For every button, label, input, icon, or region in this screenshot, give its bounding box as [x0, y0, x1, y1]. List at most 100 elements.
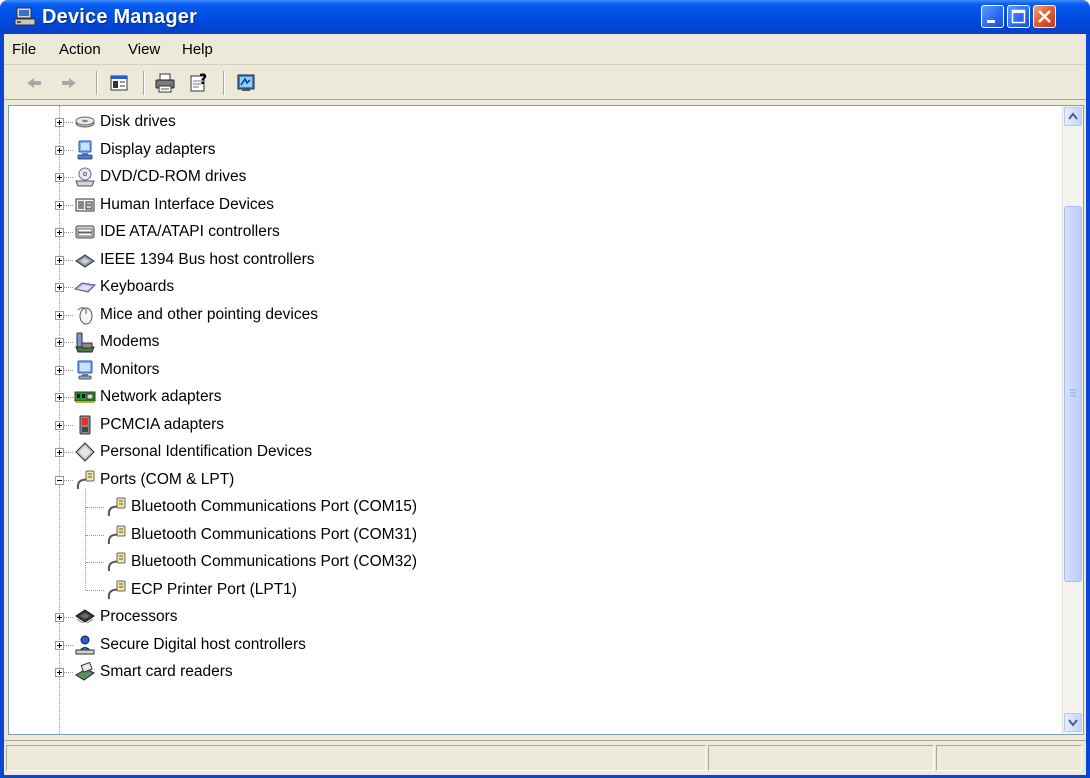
- tree-item-identification-device[interactable]: Personal Identification Devices: [9, 439, 1049, 466]
- chevron-down-icon: [1068, 719, 1078, 727]
- tree-item-processor[interactable]: Processors: [9, 604, 1049, 631]
- tree-connector: [86, 589, 104, 591]
- maximize-button[interactable]: [1007, 5, 1030, 28]
- expand-toggle[interactable]: [55, 365, 64, 375]
- close-button[interactable]: [1033, 5, 1056, 28]
- tree-item-label: Personal Identification Devices: [100, 443, 312, 460]
- expand-toggle[interactable]: [55, 118, 64, 127]
- tree-item-label: DVD/CD-ROM drives: [100, 168, 247, 185]
- hid-icon: [75, 198, 95, 211]
- forward-arrow-icon[interactable]: [58, 72, 80, 94]
- properties-help-icon[interactable]: ?: [188, 72, 210, 94]
- tree-item-label: Mice and other pointing devices: [100, 305, 318, 323]
- network-adapter-icon: [74, 391, 96, 403]
- port-icon: [107, 580, 126, 599]
- device-tree-panel: Disk drives Display adapters DVD/CD-ROM dr…: [8, 105, 1084, 735]
- expand-toggle[interactable]: [55, 668, 64, 677]
- tree-item-monitor[interactable]: Monitors: [9, 357, 1049, 384]
- tree-item-keyboard[interactable]: Keyboards: [9, 274, 1049, 301]
- expand-toggle[interactable]: [55, 283, 64, 292]
- menu-bar: File Action View Help: [4, 34, 1086, 65]
- vertical-scrollbar[interactable]: [1062, 106, 1083, 734]
- processor-icon: [75, 609, 95, 624]
- scroll-up-button[interactable]: [1064, 107, 1082, 126]
- scroll-thumb[interactable]: [1064, 206, 1082, 582]
- chevron-up-icon: [1068, 112, 1078, 120]
- tree-item-port[interactable]: ECP Printer Port (LPT1): [9, 577, 1049, 604]
- expand-toggle[interactable]: [55, 145, 64, 155]
- tree-item-ieee1394[interactable]: IEEE 1394 Bus host controllers: [9, 247, 1049, 274]
- smart-card-reader-icon: [75, 661, 95, 681]
- port-icon: [76, 470, 95, 489]
- port-icon: [107, 497, 126, 517]
- device-tree[interactable]: Disk drives Display adapters DVD/CD-ROM dr…: [9, 106, 1063, 734]
- tree-item-port[interactable]: Bluetooth Communications Port (COM31): [9, 522, 1049, 549]
- mouse-icon: [77, 306, 93, 324]
- expand-toggle[interactable]: [55, 420, 64, 430]
- expand-toggle[interactable]: [55, 338, 64, 347]
- tree-item-label: Modems: [100, 333, 160, 350]
- tree-item-pcmcia[interactable]: PCMCIA adapters: [9, 412, 1049, 439]
- tree-item-port[interactable]: Bluetooth Communications Port (COM15): [9, 494, 1049, 521]
- tree-item-cdrom-drive[interactable]: DVD/CD-ROM drives: [9, 164, 1049, 191]
- tree-item-network-adapter[interactable]: Network adapters: [9, 384, 1049, 411]
- expand-toggle[interactable]: [55, 173, 64, 182]
- tree-item-sd-controller[interactable]: Secure Digital host controllers: [9, 632, 1049, 659]
- expand-toggle[interactable]: [55, 228, 64, 237]
- expand-toggle[interactable]: [55, 613, 64, 622]
- minimize-icon: [987, 20, 995, 23]
- tree-item-port[interactable]: Bluetooth Communications Port (COM32): [9, 549, 1049, 576]
- port-icon: [107, 552, 126, 572]
- expand-toggle[interactable]: [55, 448, 64, 457]
- ieee1394-icon: [75, 253, 95, 268]
- print-icon[interactable]: [154, 72, 176, 94]
- title-bar[interactable]: Device Manager: [0, 0, 1090, 34]
- tree-item-label: ECP Printer Port (LPT1): [131, 580, 297, 598]
- minimize-button[interactable]: [981, 5, 1004, 28]
- menu-action[interactable]: Action: [59, 41, 101, 58]
- tree-item-label: Network adapters: [100, 388, 222, 405]
- tree-item-label: Bluetooth Communications Port (COM32): [131, 553, 418, 570]
- tree-connector: [86, 562, 104, 563]
- show-hide-console-tree-icon[interactable]: [108, 72, 130, 94]
- device-manager-icon: [14, 7, 36, 26]
- menu-help[interactable]: Help: [182, 41, 213, 58]
- expand-toggle[interactable]: [55, 640, 64, 650]
- tree-item-label: Display adapters: [100, 140, 216, 158]
- scan-hardware-icon[interactable]: [235, 72, 257, 94]
- menu-file[interactable]: File: [12, 41, 36, 58]
- tree-item-hid[interactable]: Human Interface Devices: [9, 192, 1049, 219]
- device-manager-window: Device Manager File Action View Help ? D…: [0, 0, 1090, 778]
- tree-item-label: Processors: [100, 608, 178, 625]
- tree-item-display-adapter[interactable]: Display adapters: [9, 137, 1049, 164]
- tree-item-modem[interactable]: Modems: [9, 329, 1049, 356]
- expand-toggle[interactable]: [55, 393, 64, 402]
- expand-toggle[interactable]: [55, 255, 64, 265]
- tree-item-mouse[interactable]: Mice and other pointing devices: [9, 302, 1049, 329]
- status-pane-2: [708, 745, 934, 771]
- tree-item-port[interactable]: Ports (COM & LPT): [9, 467, 1049, 494]
- tree-item-label: IDE ATA/ATAPI controllers: [100, 223, 280, 240]
- maximize-icon: [1011, 9, 1026, 24]
- status-pane-3: [936, 745, 1082, 771]
- expand-toggle[interactable]: [55, 200, 64, 210]
- tree-item-ide-controller[interactable]: IDE ATA/ATAPI controllers: [9, 219, 1049, 246]
- tree-item-disk-drive[interactable]: Disk drives: [9, 109, 1049, 136]
- ide-controller-icon: [75, 225, 95, 239]
- svg-text:?: ?: [199, 72, 207, 88]
- menu-view[interactable]: View: [128, 41, 160, 58]
- modem-icon: [75, 332, 95, 353]
- close-icon: [1038, 10, 1051, 23]
- scroll-down-button[interactable]: [1064, 713, 1082, 732]
- expand-toggle[interactable]: [55, 310, 64, 320]
- tree-connector: [86, 534, 104, 536]
- disk-drive-icon: [75, 116, 95, 128]
- grip-icon: [1070, 389, 1076, 397]
- client-area: File Action View Help ? Disk drives Disp…: [4, 34, 1086, 775]
- toolbar-separator: [96, 71, 98, 95]
- status-pane-main: [6, 745, 706, 771]
- toolbar: ?: [4, 65, 1086, 100]
- collapse-toggle[interactable]: [55, 475, 64, 485]
- back-arrow-icon[interactable]: [23, 72, 45, 94]
- tree-item-smart-card-reader[interactable]: Smart card readers: [9, 659, 1049, 686]
